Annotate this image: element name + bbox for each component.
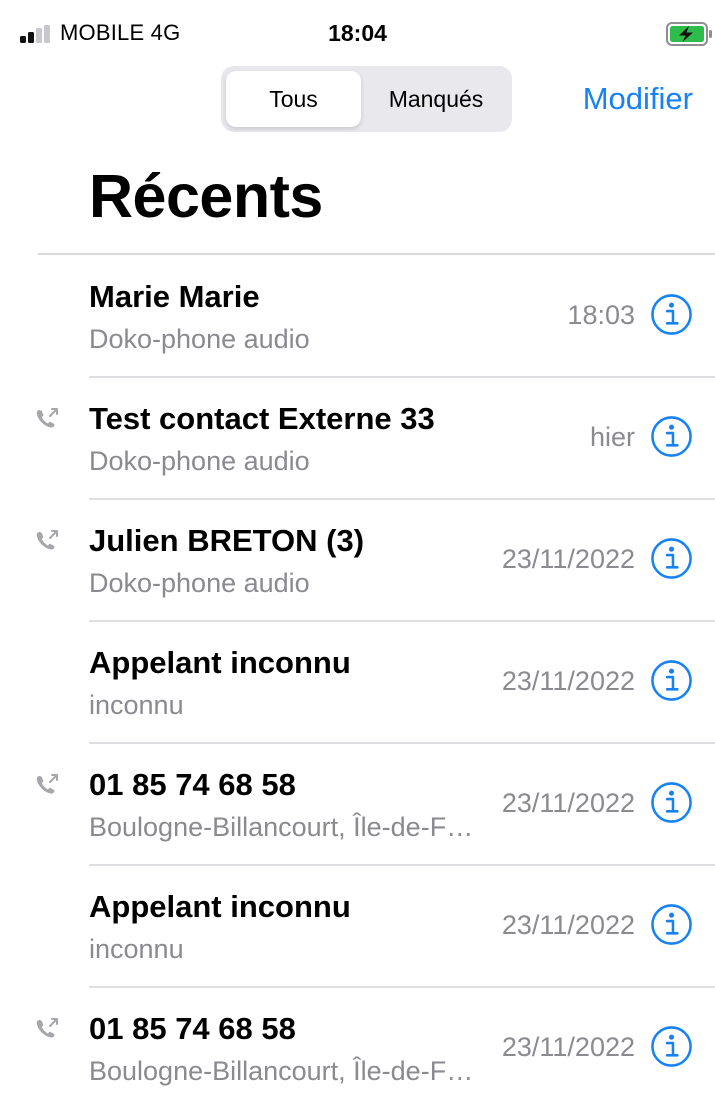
call-detail: Boulogne-Billancourt, Île-de-France	[89, 812, 479, 842]
outgoing-call-icon	[36, 1018, 58, 1038]
call-time: 23/11/2022	[501, 1032, 635, 1062]
call-time: 23/11/2022	[501, 788, 635, 818]
status-bar: MOBILE 4G 18:04	[0, 0, 715, 62]
segment-all[interactable]: Tous	[226, 71, 361, 127]
contact-name: 01 85 74 68 58	[89, 767, 296, 802]
call-time: 23/11/2022	[501, 666, 635, 696]
info-icon[interactable]	[650, 903, 693, 946]
segment-missed[interactable]: Manqués	[366, 71, 506, 127]
call-detail: Boulogne-Billancourt, Île-de-France	[89, 1056, 479, 1086]
info-icon[interactable]	[650, 537, 693, 580]
call-filter-segmented-control: Tous Manqués	[221, 66, 512, 132]
outgoing-call-icon	[36, 530, 58, 550]
call-time: hier	[589, 422, 635, 452]
call-detail: Doko-phone audio	[89, 324, 310, 354]
call-row[interactable]: 01 85 74 68 58 Boulogne-Billancourt, Île…	[0, 988, 715, 1110]
call-time: 23/11/2022	[501, 544, 635, 574]
call-row[interactable]: Marie Marie Doko-phone audio 18:03	[0, 256, 715, 378]
title-divider	[38, 253, 715, 255]
call-detail: inconnu	[89, 934, 184, 964]
outgoing-call-icon	[36, 774, 58, 794]
call-time: 23/11/2022	[501, 910, 635, 940]
call-row[interactable]: Test contact Externe 33 Doko-phone audio…	[0, 378, 715, 500]
call-row[interactable]: Julien BRETON (3) Doko-phone audio 23/11…	[0, 500, 715, 622]
call-detail: inconnu	[89, 690, 184, 720]
info-icon[interactable]	[650, 415, 693, 458]
call-detail: Doko-phone audio	[89, 568, 310, 598]
page-title: Récents	[89, 162, 323, 230]
battery-charging-icon	[666, 22, 712, 46]
contact-name: Marie Marie	[89, 279, 260, 314]
contact-name: Appelant inconnu	[89, 645, 351, 680]
recent-calls-list: Marie Marie Doko-phone audio 18:03 Test …	[0, 256, 715, 1110]
contact-name: Appelant inconnu	[89, 889, 351, 924]
edit-button[interactable]: Modifier	[583, 80, 693, 118]
call-row[interactable]: Appelant inconnu inconnu 23/11/2022	[0, 866, 715, 988]
contact-name: Julien BRETON (3)	[89, 523, 365, 558]
contact-name: 01 85 74 68 58	[89, 1011, 296, 1046]
call-time: 18:03	[567, 300, 635, 330]
info-icon[interactable]	[650, 293, 693, 336]
call-row[interactable]: Appelant inconnu inconnu 23/11/2022	[0, 622, 715, 744]
call-detail: Doko-phone audio	[89, 446, 310, 476]
outgoing-call-icon	[36, 408, 58, 428]
info-icon[interactable]	[650, 781, 693, 824]
call-row[interactable]: 01 85 74 68 58 Boulogne-Billancourt, Île…	[0, 744, 715, 866]
status-time: 18:04	[328, 20, 387, 46]
contact-name: Test contact Externe 33	[89, 401, 435, 436]
info-icon[interactable]	[650, 659, 693, 702]
info-icon[interactable]	[650, 1025, 693, 1068]
